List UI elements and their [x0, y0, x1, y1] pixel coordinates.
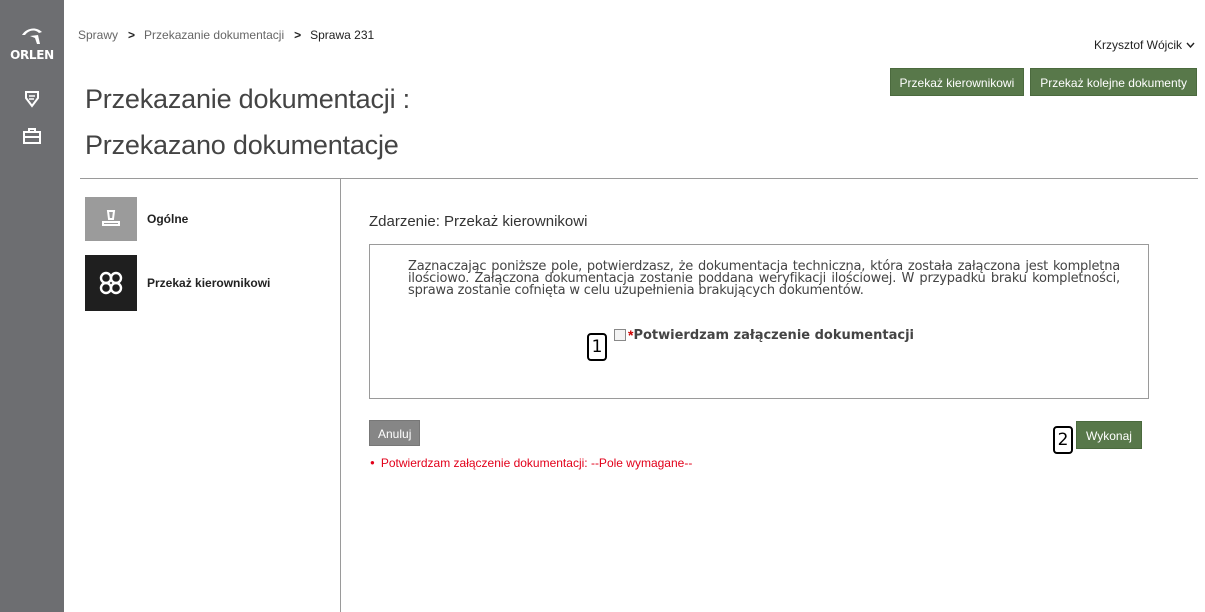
- stamp-icon: [85, 197, 137, 241]
- user-name: Krzysztof Wójcik: [1093, 38, 1182, 52]
- breadcrumb: Sprawy > Przekazanie dokumentacji > Spra…: [78, 28, 374, 42]
- event-title: Zdarzenie: Przekaż kierownikowi: [369, 213, 588, 230]
- breadcrumb-separator-icon: >: [294, 28, 302, 42]
- breadcrumb-item-documentation[interactable]: Przekazanie dokumentacji: [144, 28, 284, 42]
- orlen-logo[interactable]: ORLEN: [0, 26, 64, 62]
- forward-manager-button[interactable]: Przekaż kierownikowi: [889, 68, 1025, 96]
- confirmation-panel: Zaznaczając poniższe pole, potwierdzasz,…: [369, 244, 1149, 399]
- divider-vertical: [340, 178, 341, 612]
- user-menu[interactable]: Krzysztof Wójcik: [1094, 38, 1195, 52]
- step-label: Ogólne: [147, 212, 189, 226]
- callout-marker: 1: [587, 333, 607, 361]
- confirm-label[interactable]: Potwierdzam załączenie dokumentacji: [633, 328, 914, 343]
- breadcrumb-item-current: Sprawa 231: [310, 28, 375, 42]
- step-forward-manager[interactable]: Przekaż kierownikowi: [85, 255, 335, 311]
- logo-text: ORLEN: [10, 48, 54, 62]
- error-message: Potwierdzam załączenie dokumentacji: --P…: [370, 456, 692, 470]
- top-actions: Przekaż kierownikowi Przekaż kolejne dok…: [889, 68, 1197, 96]
- validation-errors: Potwierdzam załączenie dokumentacji: --P…: [370, 456, 692, 470]
- page-subtitle: Przekazano dokumentacje: [85, 130, 399, 160]
- page-title: Przekazanie dokumentacji :: [85, 84, 410, 114]
- cases-nav-icon[interactable]: [22, 90, 42, 110]
- briefcase-icon[interactable]: [22, 126, 42, 146]
- molecule-icon: [85, 255, 137, 311]
- breadcrumb-item-cases[interactable]: Sprawy: [78, 28, 118, 42]
- step-general[interactable]: Ogólne: [85, 197, 335, 241]
- cancel-button[interactable]: Anuluj: [369, 420, 421, 446]
- divider-horizontal: [80, 178, 1198, 179]
- eagle-logo-icon: [22, 28, 42, 44]
- confirm-row: * Potwierdzam załączenie dokumentacji: [614, 327, 914, 343]
- event-description: Zaznaczając poniższe pole, potwierdzasz,…: [408, 259, 1120, 298]
- chevron-down-icon: [1186, 40, 1195, 51]
- left-rail: ORLEN: [0, 0, 64, 612]
- step-label: Przekaż kierownikowi: [147, 276, 271, 290]
- forward-next-docs-button[interactable]: Przekaż kolejne dokumenty: [1030, 68, 1197, 96]
- execute-button[interactable]: Wykonaj: [1076, 421, 1142, 449]
- confirm-checkbox[interactable]: [614, 329, 626, 341]
- breadcrumb-separator-icon: >: [128, 28, 136, 42]
- callout-marker: 2: [1053, 426, 1073, 454]
